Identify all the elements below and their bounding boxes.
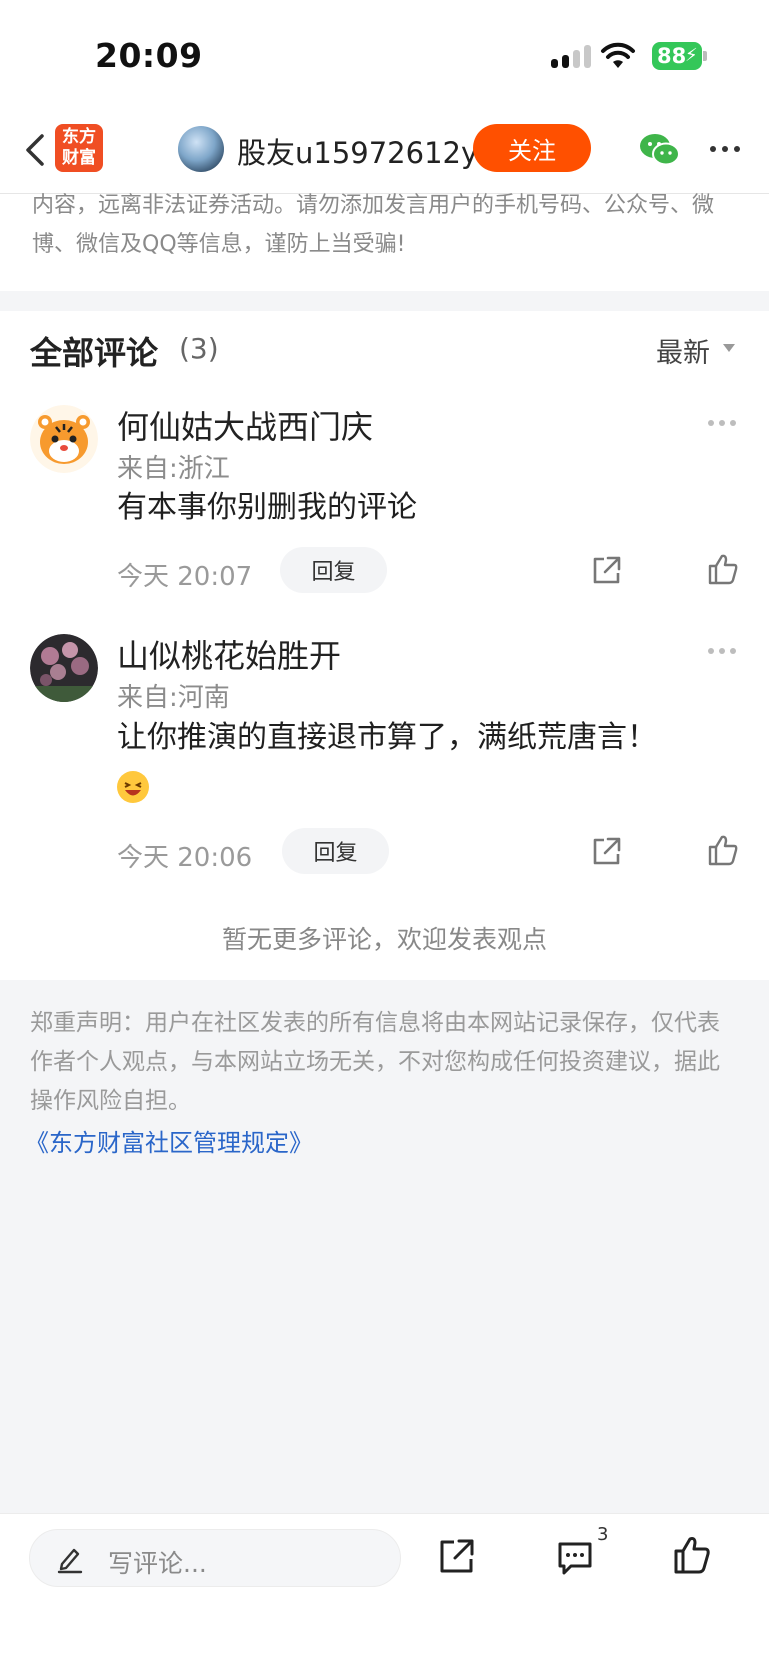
like-icon[interactable]: [706, 833, 740, 867]
back-icon[interactable]: [16, 128, 60, 172]
author-name[interactable]: 股友u15972612y: [237, 130, 478, 172]
comment-input[interactable]: 写评论...: [29, 1529, 401, 1587]
post-header: 东方 财富 股友u15972612y 关注: [0, 110, 769, 194]
comment-count-badge: 3: [597, 1524, 609, 1545]
brand-logo-line-1: 东方: [62, 127, 96, 147]
more-options-icon[interactable]: [710, 146, 740, 152]
share-icon[interactable]: [437, 1536, 477, 1576]
like-icon[interactable]: [672, 1534, 712, 1576]
reply-button[interactable]: 回复: [280, 547, 387, 593]
comment-body: 让你推演的直接退市算了，满纸荒唐言！: [117, 720, 657, 755]
comments-count: (3): [179, 332, 219, 365]
sort-dropdown[interactable]: 最新: [656, 331, 710, 370]
status-bar: 20:09 88 ⚡: [0, 0, 769, 110]
comment-icon[interactable]: [555, 1538, 595, 1578]
author-avatar[interactable]: [178, 126, 224, 172]
like-icon[interactable]: [706, 552, 740, 586]
disclaimer-section: 郑重声明：用户在社区发表的所有信息将由本网站记录保存，仅代表作者个人观点，与本网…: [0, 980, 769, 1513]
comment-time: 今天 20:07: [117, 562, 253, 592]
peach-blossom-avatar[interactable]: [30, 634, 98, 702]
battery-cap: [703, 51, 707, 61]
follow-button[interactable]: 关注: [473, 124, 591, 172]
comment-input-placeholder: 写评论...: [108, 1549, 207, 1578]
community-rules-link[interactable]: 《东方财富社区管理规定》: [25, 1123, 313, 1158]
comment-location: 来自:河南: [117, 683, 230, 713]
disclaimer-text: 郑重声明：用户在社区发表的所有信息将由本网站记录保存，仅代表作者个人观点，与本网…: [30, 1010, 720, 1114]
comment-time: 今天 20:06: [117, 843, 253, 873]
wifi-icon: [601, 42, 635, 68]
comment-more-icon[interactable]: [708, 648, 736, 654]
share-icon[interactable]: [590, 553, 624, 587]
comment-location: 来自:浙江: [117, 454, 230, 484]
battery-level: 88: [657, 44, 687, 68]
chevron-down-icon[interactable]: [723, 344, 735, 352]
share-icon[interactable]: [590, 834, 624, 868]
laughing-emoji-icon: [117, 771, 149, 803]
charging-icon: ⚡: [685, 45, 698, 66]
pencil-icon: [57, 1548, 83, 1574]
comment-more-icon[interactable]: [708, 420, 736, 426]
wechat-share-icon[interactable]: [638, 130, 682, 170]
comment-author-name[interactable]: 何仙姑大战西门庆: [117, 402, 373, 448]
brand-logo-line-2: 财富: [62, 148, 96, 168]
no-more-comments-text: 暂无更多评论，欢迎发表观点: [221, 925, 547, 954]
comments-title: 全部评论: [30, 334, 159, 372]
comment-author-name[interactable]: 山似桃花始胜开: [117, 631, 341, 677]
risk-warning-text: 内容，远离非法证券活动。请勿添加发言用户的手机号码、公众号、微博、微信及QQ等信…: [32, 193, 715, 257]
comment-body: 有本事你别删我的评论: [117, 490, 417, 525]
tiger-avatar[interactable]: [30, 405, 98, 473]
status-time: 20:09: [95, 36, 203, 75]
brand-logo[interactable]: 东方 财富: [55, 124, 103, 172]
section-divider: [0, 291, 769, 311]
bottom-action-bar: 写评论... 3: [0, 1513, 769, 1665]
cellular-signal-icon: [551, 45, 591, 68]
reply-button[interactable]: 回复: [282, 828, 389, 874]
